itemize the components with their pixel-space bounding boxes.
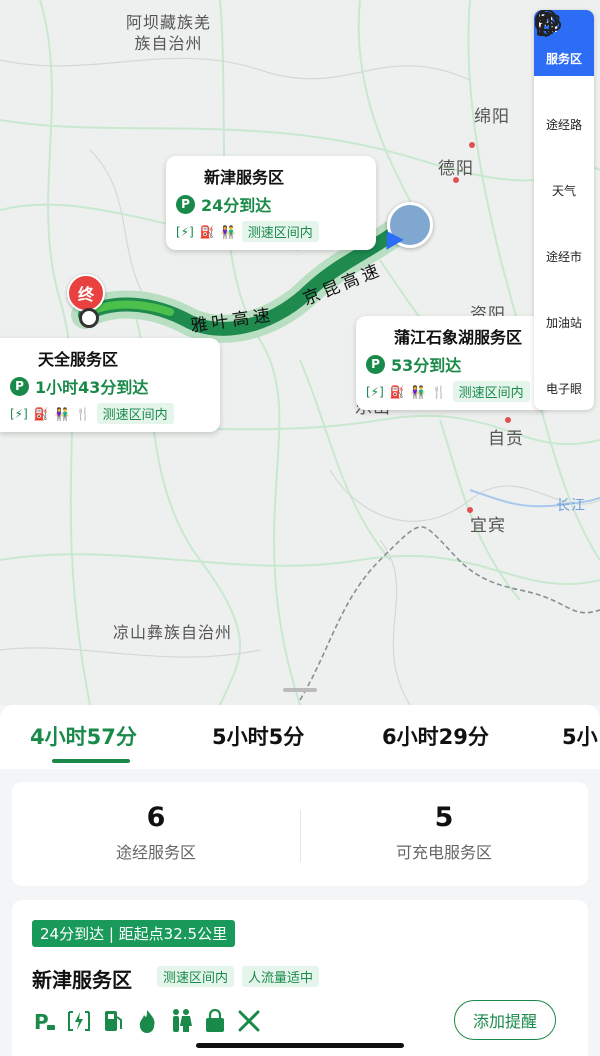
shop-lock-icon	[202, 1008, 228, 1034]
charging-icon: [⚡]	[366, 384, 384, 399]
tool-weather[interactable]: 天气	[534, 14, 594, 208]
callout-eta: 1小时43分到达	[35, 378, 149, 397]
service-area-p-icon: P	[366, 354, 385, 374]
river-label-changjiang: 长江	[556, 498, 586, 514]
eta-distance-badge: 24分到达 | 距起点32.5公里	[32, 920, 236, 947]
restroom-icon: 👫	[220, 224, 236, 239]
tool-label: 途经路	[545, 117, 582, 132]
tool-speed-camera[interactable]: 电子眼	[534, 11, 594, 406]
tool-label: 电子眼	[545, 381, 582, 396]
route-options-tabs: 4小时57分 5小时5分 6小时29分 5小	[0, 705, 600, 769]
region-label-liangshan: 凉山彝族自治州	[113, 623, 233, 642]
restroom-icon	[168, 1008, 194, 1034]
city-label-yibin: 宜宾	[470, 516, 506, 536]
facility-icons: P	[32, 1008, 262, 1034]
callout-tag: 测速区间内	[241, 221, 319, 242]
stat-route-service-areas[interactable]: 6 途经服务区	[12, 802, 300, 863]
parking-icon: P	[32, 1008, 58, 1034]
repair-tools-icon	[236, 1008, 262, 1034]
restaurant-icon: 🍴	[75, 406, 91, 421]
callout-eta: 53分到达	[391, 356, 462, 375]
service-area-card[interactable]: 24分到达 | 距起点32.5公里 新津服务区 测速区间内 人流量适中 P 添加…	[12, 900, 588, 1056]
map-tool-bar: P 服务区 途经路 天气 途经市 加油站 电子眼	[534, 10, 594, 410]
svg-text:P: P	[34, 1010, 49, 1034]
tool-label: 途经市	[545, 249, 582, 264]
fuel-icon	[100, 1008, 126, 1034]
restroom-icon: 👫	[410, 384, 426, 399]
stat-label: 途经服务区	[115, 843, 196, 862]
stat-number: 5	[434, 802, 454, 833]
charging-icon: [⚡]	[10, 406, 28, 421]
callout-title: 蒲江石象湖服务区	[394, 328, 523, 347]
stat-label: 可充电服务区	[395, 843, 492, 862]
drag-handle[interactable]	[283, 688, 317, 692]
tool-label: 天气	[551, 183, 576, 198]
callout-title: 新津服务区	[204, 168, 285, 187]
fuel-icon: ⛽	[199, 224, 215, 239]
add-reminder-button[interactable]: 添加提醒	[454, 1000, 556, 1040]
route-tab-1[interactable]: 4小时57分	[30, 721, 137, 751]
tool-route-city[interactable]: 途经市	[534, 10, 594, 274]
tag-crowd-level: 人流量适中	[242, 966, 320, 987]
route-end-dot	[79, 308, 99, 328]
fuel-icon: ⛽	[389, 384, 405, 399]
route-tab-3[interactable]: 6小时29分	[382, 721, 489, 751]
service-area-p-icon: P	[176, 194, 195, 214]
gas-flame-icon	[134, 1008, 160, 1034]
tool-label: 加油站	[545, 315, 582, 330]
callout-title: 天全服务区	[38, 350, 119, 369]
charging-icon	[66, 1008, 92, 1034]
city-label-zigong: 自贡	[488, 429, 524, 449]
service-area-p-icon: P	[10, 376, 29, 396]
destination-pin[interactable]: 终	[67, 274, 105, 312]
active-tab-indicator	[52, 759, 130, 763]
fuel-icon: ⛽	[33, 406, 49, 421]
callout-eta: 24分到达	[201, 196, 272, 215]
charging-icon: [⚡]	[176, 224, 194, 239]
city-label-mianyang: 绵阳	[474, 107, 510, 127]
tool-gas-station[interactable]: 加油站	[534, 12, 594, 340]
city-label-deyang: 德阳	[438, 159, 474, 179]
stat-number: 6	[146, 802, 166, 833]
stat-charging-service-areas[interactable]: 5 可充电服务区	[300, 802, 588, 863]
home-indicator	[196, 1043, 404, 1048]
tool-label: 服务区	[545, 51, 582, 66]
callout-tag: 测速区间内	[96, 403, 174, 424]
tag-speed-zone: 测速区间内	[157, 966, 235, 987]
callout-tag: 测速区间内	[452, 381, 530, 402]
callout-xinjin[interactable]: 新津服务区 P 24分到达 [⚡] ⛽ 👫 测速区间内	[166, 156, 376, 250]
map-view[interactable]: 阿坝藏族羌 族自治州 凉山彝族自治州 绵阳 德阳 资阳 乐山 自贡 宜宾 长江 …	[0, 0, 600, 705]
restroom-icon: 👫	[54, 406, 70, 421]
callout-pujiang[interactable]: 蒲江石象湖服务区 P 53分到达 [⚡] ⛽ 👫 🍴 测速区间内	[356, 316, 544, 410]
callout-tianquan[interactable]: 天全服务区 P 1小时43分到达 [⚡] ⛽ 👫 🍴 测速区间内	[0, 338, 220, 432]
service-area-name: 新津服务区	[32, 968, 132, 992]
service-area-summary: 6 途经服务区 5 可充电服务区	[12, 782, 588, 886]
route-tab-4[interactable]: 5小	[562, 721, 598, 751]
region-label-aba: 阿坝藏族羌 族自治州	[126, 13, 212, 53]
tool-route-road[interactable]: 途经路	[534, 11, 594, 142]
restaurant-icon: 🍴	[431, 384, 447, 399]
route-tab-2[interactable]: 5小时5分	[212, 721, 304, 751]
